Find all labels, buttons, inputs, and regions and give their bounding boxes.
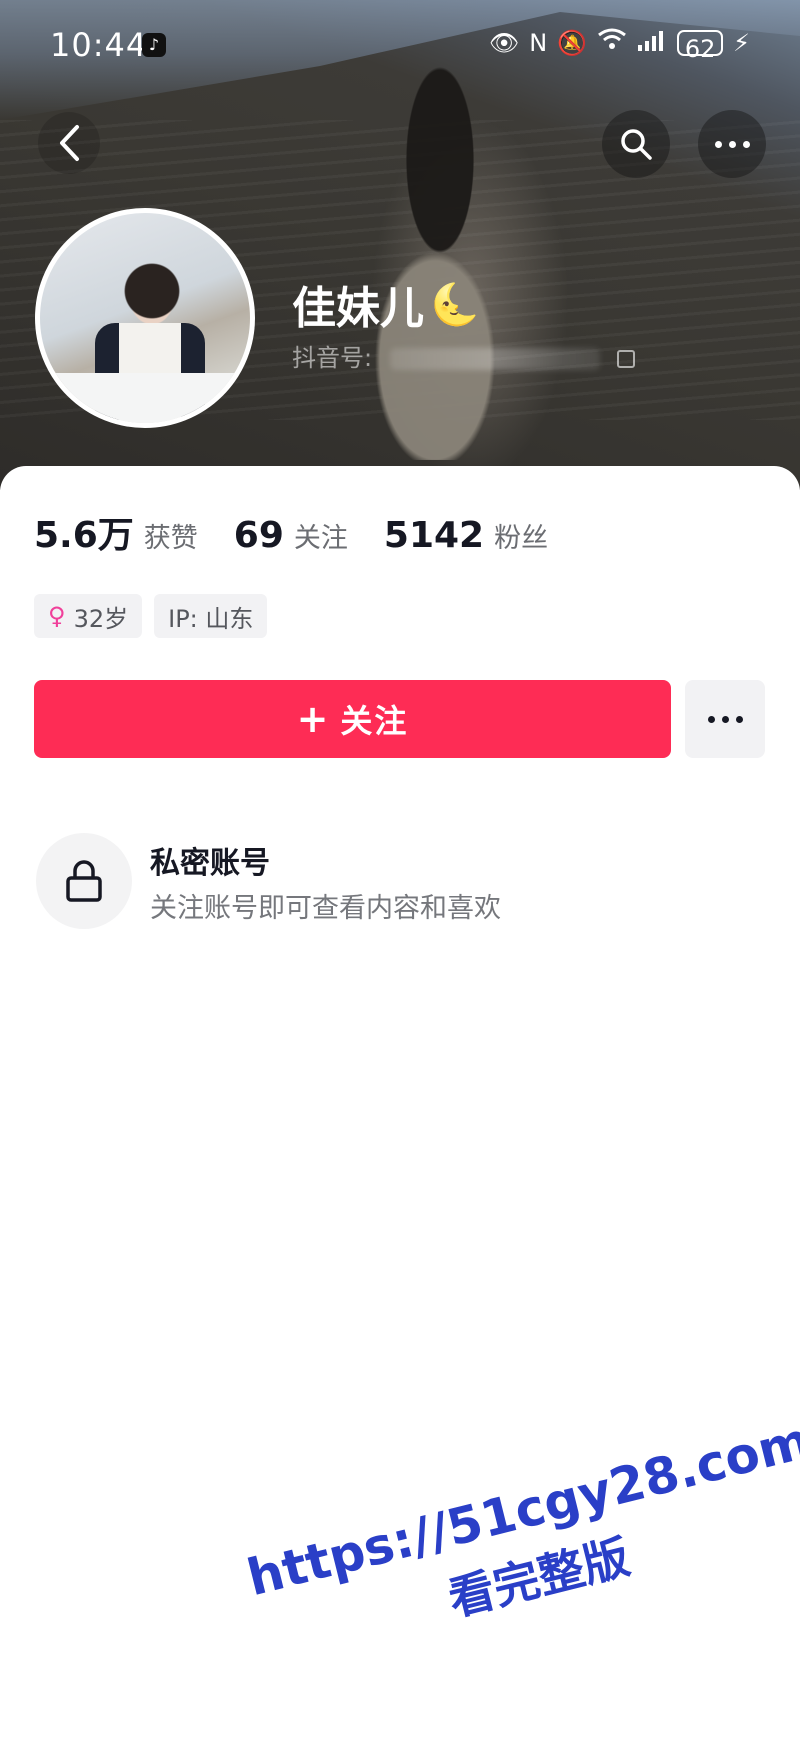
female-icon: ♀ (48, 602, 66, 630)
profile-tags: ♀ 32岁 IP: 山东 (34, 594, 268, 638)
mute-icon: 🔕 (557, 29, 588, 57)
stat-following-value: 69 (233, 515, 284, 556)
status-time: 10:44 (50, 26, 148, 64)
charging-icon: ⚡ (733, 29, 750, 57)
avatar[interactable] (35, 208, 255, 428)
age-tag: ♀ 32岁 (34, 594, 143, 638)
banner-figure (330, 40, 540, 460)
stat-followers[interactable]: 5142 粉丝 (384, 515, 548, 556)
tiktok-icon: ♪ (142, 33, 166, 57)
profile-id-label: 抖音号: (292, 344, 373, 372)
stats-row: 5.6万 获赞 69 关注 5142 粉丝 (34, 506, 584, 558)
private-account-title: 私密账号 (150, 846, 270, 881)
stat-likes-value: 5.6万 (34, 515, 134, 556)
profile-id-redacted (389, 348, 600, 370)
stat-likes-label: 获赞 (143, 523, 198, 554)
more-dots-icon (707, 715, 743, 723)
stat-followers-label: 粉丝 (494, 523, 549, 554)
search-icon (621, 129, 652, 160)
status-icons: 👁 N 🔕 62 ⚡ (488, 26, 750, 63)
plus-icon: + (296, 697, 331, 741)
ip-tag-label: IP: 山东 (168, 604, 254, 633)
stat-followers-value: 5142 (383, 515, 485, 556)
more-options-button[interactable] (698, 110, 766, 178)
more-actions-button[interactable] (685, 680, 765, 758)
battery-icon: 62 (677, 30, 724, 63)
ip-tag: IP: 山东 (154, 594, 268, 638)
lock-icon (36, 833, 132, 929)
wifi-icon (597, 26, 627, 60)
profile-name: 佳妹儿 🌜 (292, 272, 480, 336)
private-account-description: 关注账号即可查看内容和喜欢 (150, 893, 501, 924)
profile-id: 抖音号: (292, 338, 636, 373)
eye-icon: 👁 (488, 29, 520, 57)
signal-icon (637, 26, 667, 60)
stat-following-label: 关注 (293, 523, 348, 554)
status-bar: 10:44 ♪ 👁 N 🔕 62 ⚡ (0, 0, 800, 90)
search-button[interactable] (602, 110, 670, 178)
more-dots-icon (714, 140, 750, 148)
follow-button[interactable]: + 关注 (34, 680, 671, 758)
age-tag-label: 32岁 (73, 604, 129, 633)
back-button[interactable] (38, 112, 100, 174)
profile-banner: 10:44 ♪ 👁 N 🔕 62 ⚡ 佳妹儿 🌜 抖音号: (0, 0, 800, 490)
follow-button-label: 关注 (340, 702, 409, 740)
chevron-left-icon (60, 125, 79, 161)
stat-likes[interactable]: 5.6万 获赞 (34, 506, 198, 558)
moon-icon: 🌜 (430, 281, 480, 328)
nfc-icon: N (529, 29, 548, 57)
profile-name-text: 佳妹儿 (292, 283, 424, 334)
copy-icon[interactable] (617, 350, 636, 368)
stat-following[interactable]: 69 关注 (234, 515, 348, 556)
